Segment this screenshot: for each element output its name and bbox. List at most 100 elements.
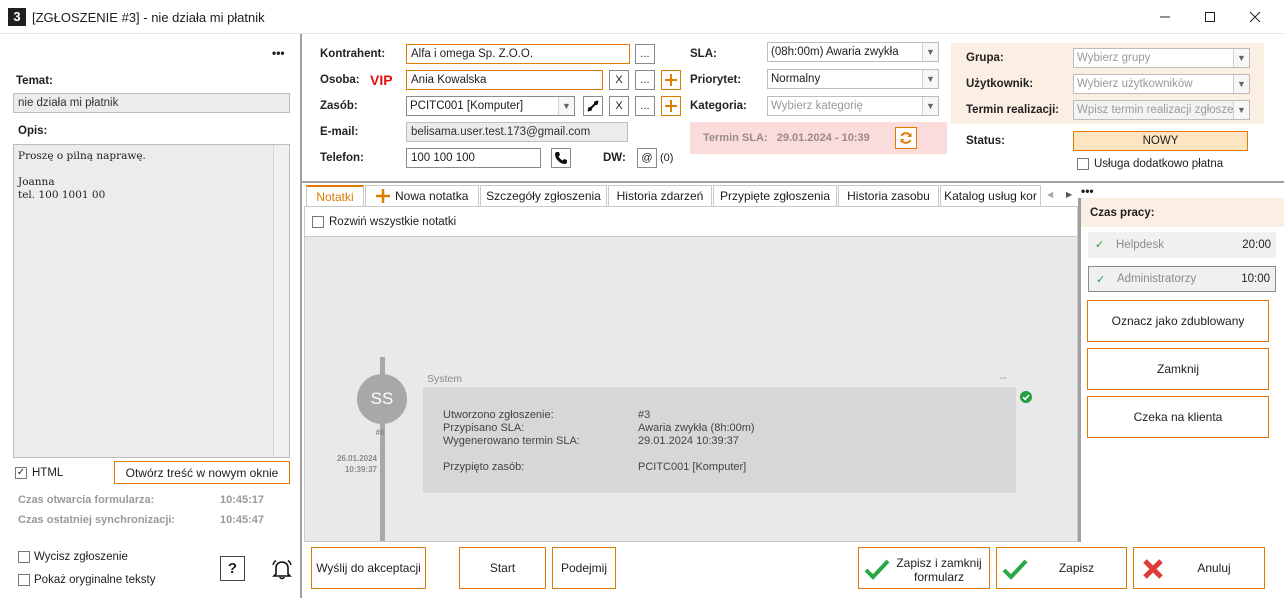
paid-service-checkbox[interactable]: [1077, 158, 1089, 170]
tab-historia-zdarzen[interactable]: Historia zdarzeń: [608, 185, 712, 206]
plus-icon: [376, 189, 390, 203]
resource-more-button[interactable]: ...: [635, 96, 655, 116]
priority-select[interactable]: Normalny ▼: [767, 69, 939, 89]
resource-value: PCITC001 [Komputer]: [410, 100, 524, 112]
refresh-sla-button[interactable]: [895, 127, 917, 149]
tabs-scroll-right-icon[interactable]: ▶: [1066, 190, 1072, 199]
maximize-button[interactable]: [1187, 0, 1233, 34]
add-person-button[interactable]: [661, 70, 681, 90]
left-panel: ••• Temat: nie działa mi płatnik Opis: P…: [0, 34, 302, 598]
resource-clear-button[interactable]: X: [609, 96, 629, 116]
description-scrollbar[interactable]: [273, 145, 289, 457]
bell-icon[interactable]: [270, 557, 294, 584]
tab-nowa-notatka[interactable]: Nowa notatka: [365, 185, 479, 206]
start-button[interactable]: Start: [459, 547, 546, 589]
check-icon: ✓: [1095, 239, 1105, 251]
person-clear-button[interactable]: X: [609, 70, 629, 90]
contractor-field[interactable]: Alfa i omega Sp. Z.O.O.: [406, 44, 630, 64]
chevron-down-icon: ▼: [922, 97, 938, 115]
status-badge: NOWY: [1073, 131, 1248, 151]
note-key: Przypięto zasób:: [443, 461, 525, 473]
call-button[interactable]: [551, 148, 571, 168]
cancel-button[interactable]: Anuluj: [1133, 547, 1265, 589]
expand-all-label: Rozwiń wszystkie notatki: [329, 216, 457, 228]
title-bar: 3 [ZGŁOSZENIE #3] - nie działa mi płatni…: [0, 0, 1284, 34]
notes-area: Rozwiń wszystkie notatki SS #6 26.01.202…: [304, 206, 1078, 542]
tabs-scroll-left-icon[interactable]: ◀: [1047, 190, 1053, 199]
dw-at-button[interactable]: @: [637, 148, 657, 168]
helpdesk-row[interactable]: ✓ Helpdesk 20:00: [1088, 232, 1276, 258]
note-corner: --: [1000, 373, 1007, 384]
priority-label: Priorytet:: [690, 74, 742, 86]
note-keys: Utworzono zgłoszenie: Przypisano SLA: Wy…: [443, 409, 580, 474]
contractor-more-button[interactable]: ...: [635, 44, 655, 64]
sla-select[interactable]: (08h:00m) Awaria zwykła ▼: [767, 42, 939, 62]
person-field[interactable]: Ania Kowalska: [406, 70, 603, 90]
priority-value: Normalny: [771, 73, 821, 85]
tab-notatki[interactable]: Notatki: [306, 185, 364, 206]
resource-select[interactable]: PCITC001 [Komputer] ▼: [406, 96, 575, 116]
open-new-window-button[interactable]: Otwórz treść w nowym oknie: [114, 461, 290, 484]
html-label: HTML: [32, 467, 64, 479]
note-date: 26.01.2024: [336, 454, 377, 463]
term-select[interactable]: Wpisz termin realizacji zgłosze ▼: [1073, 100, 1250, 120]
note-number: #6: [375, 428, 385, 437]
save-button[interactable]: Zapisz: [996, 547, 1127, 589]
user-label: Użytkownik:: [966, 78, 1034, 90]
wait-for-client-button[interactable]: Czeka na klienta: [1087, 396, 1269, 438]
mark-duplicate-button[interactable]: Oznacz jako zdublowany: [1087, 300, 1269, 342]
person-more-button[interactable]: ...: [635, 70, 655, 90]
helpdesk-label: Helpdesk: [1116, 239, 1164, 251]
phone-field[interactable]: 100 100 100: [406, 148, 541, 168]
note-key: Przypisano SLA:: [443, 422, 525, 434]
topic-field[interactable]: nie działa mi płatnik: [13, 93, 290, 113]
left-more-button[interactable]: •••: [272, 46, 285, 60]
user-select[interactable]: Wybierz użytkowników ▼: [1073, 74, 1250, 94]
chevron-down-icon: ▼: [1233, 49, 1249, 67]
email-field[interactable]: belisama.user.test.173@gmail.com: [406, 122, 628, 142]
tab-historia-zasobu[interactable]: Historia zasobu: [838, 185, 939, 206]
note-author: System: [427, 373, 463, 385]
dw-count: (0): [660, 152, 674, 164]
notes-toolbar: Rozwiń wszystkie notatki: [305, 207, 1077, 237]
close-window-button[interactable]: [1232, 0, 1278, 34]
refresh-icon: [900, 132, 912, 144]
expand-all-checkbox[interactable]: [312, 216, 324, 228]
close-ticket-button[interactable]: Zamknij: [1087, 348, 1269, 390]
description-area[interactable]: Proszę o pilną naprawę. Joanna tel. 100 …: [13, 144, 290, 458]
description-label: Opis:: [18, 125, 48, 137]
tab-przypiete[interactable]: Przypięte zgłoszenia: [713, 185, 837, 206]
tab-katalog[interactable]: Katalog usług kor: [940, 185, 1041, 206]
tabs-more-button[interactable]: •••: [1081, 184, 1094, 198]
unlink-resource-button[interactable]: [583, 96, 603, 116]
save-close-button[interactable]: Zapisz i zamknij formularz: [858, 547, 990, 589]
category-placeholder: Wybierz kategorię: [771, 100, 863, 112]
section-divider: [302, 181, 1284, 183]
mute-checkbox[interactable]: [18, 551, 30, 563]
send-for-approval-button[interactable]: Wyślij do akceptacji: [311, 547, 426, 589]
cancel-label: Anuluj: [1197, 561, 1231, 575]
avatar: SS: [357, 374, 407, 424]
category-select[interactable]: Wybierz kategorię ▼: [767, 96, 939, 116]
note-value: Awaria zwykła (8h:00m): [638, 422, 755, 434]
category-label: Kategoria:: [690, 100, 747, 112]
note-time: 10:39:37: [344, 465, 377, 474]
help-button[interactable]: ?: [220, 556, 245, 581]
add-resource-button[interactable]: [661, 96, 681, 116]
work-time-label: Czas pracy:: [1090, 207, 1155, 219]
minimize-button[interactable]: [1142, 0, 1188, 34]
paid-service-label: Usługa dodatkowo płatna: [1094, 158, 1224, 170]
original-texts-checkbox[interactable]: [18, 574, 30, 586]
admins-row[interactable]: ✓ Administratorzy 10:00: [1088, 266, 1276, 292]
admins-label: Administratorzy: [1117, 273, 1197, 285]
close-icon: [1249, 11, 1261, 23]
app-logo: 3: [8, 8, 26, 26]
note-key: Utworzono zgłoszenie:: [443, 409, 554, 421]
take-button[interactable]: Podejmij: [552, 547, 616, 589]
group-select[interactable]: Wybierz grupy ▼: [1073, 48, 1250, 68]
chevron-down-icon: ▼: [558, 97, 574, 115]
contractor-label: Kontrahent:: [320, 48, 386, 60]
html-checkbox[interactable]: ✓: [15, 467, 27, 479]
tab-szczegoly[interactable]: Szczegóły zgłoszenia: [480, 185, 607, 206]
tab-label: Nowa notatka: [395, 189, 469, 203]
